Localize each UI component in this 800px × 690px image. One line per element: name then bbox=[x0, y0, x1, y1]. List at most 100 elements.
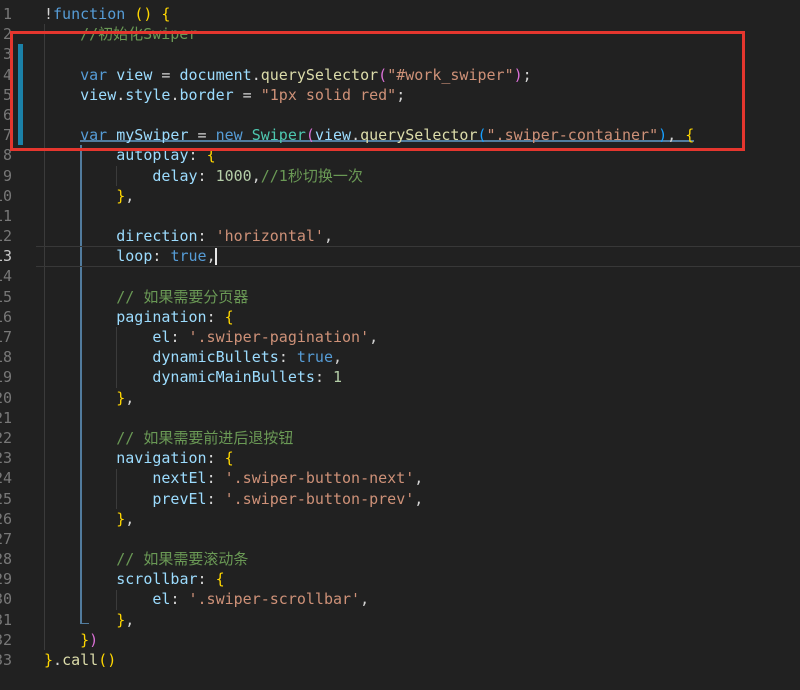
code-token: ) bbox=[89, 630, 99, 649]
code-line[interactable]: }.call() bbox=[44, 650, 694, 670]
code-token: } bbox=[44, 651, 54, 669]
line-number[interactable]: 31 bbox=[0, 610, 12, 630]
code-token: navigation bbox=[116, 449, 207, 468]
code-token: { bbox=[161, 5, 171, 23]
code-token: , bbox=[125, 388, 135, 407]
code-token: : bbox=[206, 307, 225, 326]
code-token: : bbox=[206, 469, 225, 488]
line-number[interactable]: 27 bbox=[0, 529, 12, 549]
code-token: } bbox=[116, 610, 126, 629]
code-line[interactable]: }, bbox=[44, 509, 694, 529]
line-number[interactable]: 16 bbox=[0, 307, 12, 327]
code-token: function bbox=[53, 5, 126, 23]
line-number[interactable]: 17 bbox=[0, 327, 12, 347]
code-token: : bbox=[197, 227, 216, 246]
code-token: loop bbox=[116, 247, 153, 266]
code-line[interactable]: }) bbox=[44, 630, 694, 650]
text-cursor bbox=[215, 248, 217, 265]
line-number[interactable]: 12 bbox=[0, 226, 12, 246]
code-line[interactable]: }, bbox=[44, 388, 694, 408]
line-number[interactable]: 24 bbox=[0, 468, 12, 488]
code-token: '.swiper-button-prev' bbox=[224, 489, 415, 508]
line-number[interactable]: 29 bbox=[0, 569, 12, 589]
code-token: , bbox=[125, 186, 135, 205]
line-number[interactable]: 20 bbox=[0, 388, 12, 408]
line-number[interactable]: 10 bbox=[0, 186, 12, 206]
code-line[interactable]: // 如果需要分页器 bbox=[44, 287, 694, 307]
code-line[interactable]: nextEl: '.swiper-button-next', bbox=[44, 468, 694, 488]
line-number[interactable]: 14 bbox=[0, 266, 12, 286]
code-line[interactable]: direction: 'horizontal', bbox=[44, 226, 694, 246]
code-line[interactable]: pagination: { bbox=[44, 307, 694, 327]
code-token: : bbox=[206, 489, 225, 508]
code-line[interactable] bbox=[44, 408, 694, 428]
code-token: } bbox=[80, 630, 90, 649]
code-line[interactable]: }, bbox=[44, 610, 694, 630]
code-line[interactable]: prevEl: '.swiper-button-prev', bbox=[44, 489, 694, 509]
annotation-red-box bbox=[10, 31, 745, 151]
code-token: , bbox=[414, 489, 424, 508]
line-number[interactable]: 13 bbox=[0, 246, 12, 266]
code-line[interactable]: dynamicBullets: true, bbox=[44, 347, 694, 367]
code-line[interactable]: // 如果需要前进后退按钮 bbox=[44, 428, 694, 448]
code-token: 1000 bbox=[215, 166, 252, 185]
line-number[interactable]: 25 bbox=[0, 489, 12, 509]
line-number[interactable]: 33 bbox=[0, 650, 12, 670]
code-token: pagination bbox=[116, 307, 207, 326]
line-number[interactable]: 26 bbox=[0, 509, 12, 529]
line-number[interactable]: 9 bbox=[0, 166, 12, 186]
line-number[interactable]: 21 bbox=[0, 408, 12, 428]
code-token: true bbox=[170, 247, 207, 266]
code-token: , bbox=[125, 610, 135, 629]
code-line[interactable] bbox=[44, 529, 694, 549]
code-line[interactable]: !function () { bbox=[44, 4, 694, 24]
code-token: , bbox=[125, 509, 135, 528]
line-number[interactable]: 23 bbox=[0, 448, 12, 468]
code-line[interactable]: delay: 1000,//1秒切换一次 bbox=[44, 166, 694, 186]
code-token: dynamicBullets bbox=[152, 348, 279, 367]
code-token: : bbox=[314, 368, 333, 387]
line-number[interactable]: 30 bbox=[0, 589, 12, 609]
code-line[interactable] bbox=[44, 266, 694, 286]
code-token: : bbox=[197, 166, 216, 185]
line-number[interactable]: 15 bbox=[0, 287, 12, 307]
code-token: } bbox=[116, 509, 126, 528]
code-line[interactable] bbox=[44, 206, 694, 226]
code-token: : bbox=[170, 590, 189, 609]
code-line[interactable]: navigation: { bbox=[44, 448, 694, 468]
code-line[interactable]: scrollbar: { bbox=[44, 569, 694, 589]
code-token: delay bbox=[152, 166, 198, 185]
code-line[interactable]: }, bbox=[44, 186, 694, 206]
code-token: // 如果需要分页器 bbox=[116, 287, 249, 306]
line-number[interactable]: 11 bbox=[0, 206, 12, 226]
code-token: , bbox=[414, 469, 424, 488]
code-token: } bbox=[116, 186, 126, 205]
code-token: ! bbox=[44, 5, 54, 23]
code-token: , bbox=[333, 348, 343, 367]
code-line[interactable]: el: '.swiper-scrollbar', bbox=[44, 589, 694, 609]
code-line[interactable]: // 如果需要滚动条 bbox=[44, 549, 694, 569]
code-token: 1 bbox=[333, 368, 343, 387]
code-line[interactable]: loop: true, bbox=[44, 246, 694, 266]
code-line[interactable]: el: '.swiper-pagination', bbox=[44, 327, 694, 347]
line-number[interactable]: 19 bbox=[0, 367, 12, 387]
line-number[interactable]: 18 bbox=[0, 347, 12, 367]
line-number[interactable]: 32 bbox=[0, 630, 12, 650]
line-number[interactable]: 28 bbox=[0, 549, 12, 569]
code-token: { bbox=[215, 570, 225, 589]
code-token: { bbox=[224, 307, 234, 326]
code-line[interactable]: dynamicMainBullets: 1 bbox=[44, 367, 694, 387]
code-token: } bbox=[116, 388, 126, 407]
line-number[interactable]: 1 bbox=[0, 4, 12, 24]
line-number[interactable]: 22 bbox=[0, 428, 12, 448]
code-token: call bbox=[62, 651, 99, 669]
